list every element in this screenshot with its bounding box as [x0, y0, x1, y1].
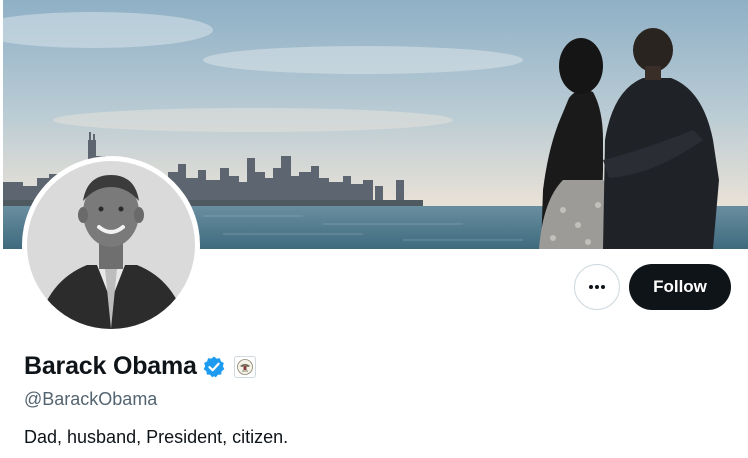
profile-handle: @BarackObama — [24, 389, 158, 409]
verified-badge-icon[interactable] — [202, 355, 226, 379]
profile-page: Follow Barack Obama @BarackObama Dad, hu… — [0, 0, 748, 458]
profile-avatar[interactable] — [22, 156, 200, 334]
more-options-button[interactable] — [574, 264, 620, 310]
profile-name-row: Barack Obama — [24, 352, 256, 381]
follow-button[interactable]: Follow — [629, 264, 731, 310]
government-seal-icon[interactable] — [233, 355, 256, 378]
profile-bio: Dad, husband, President, citizen. — [24, 427, 289, 447]
profile-display-name: Barack Obama — [24, 352, 197, 380]
more-horizontal-icon — [589, 285, 605, 289]
